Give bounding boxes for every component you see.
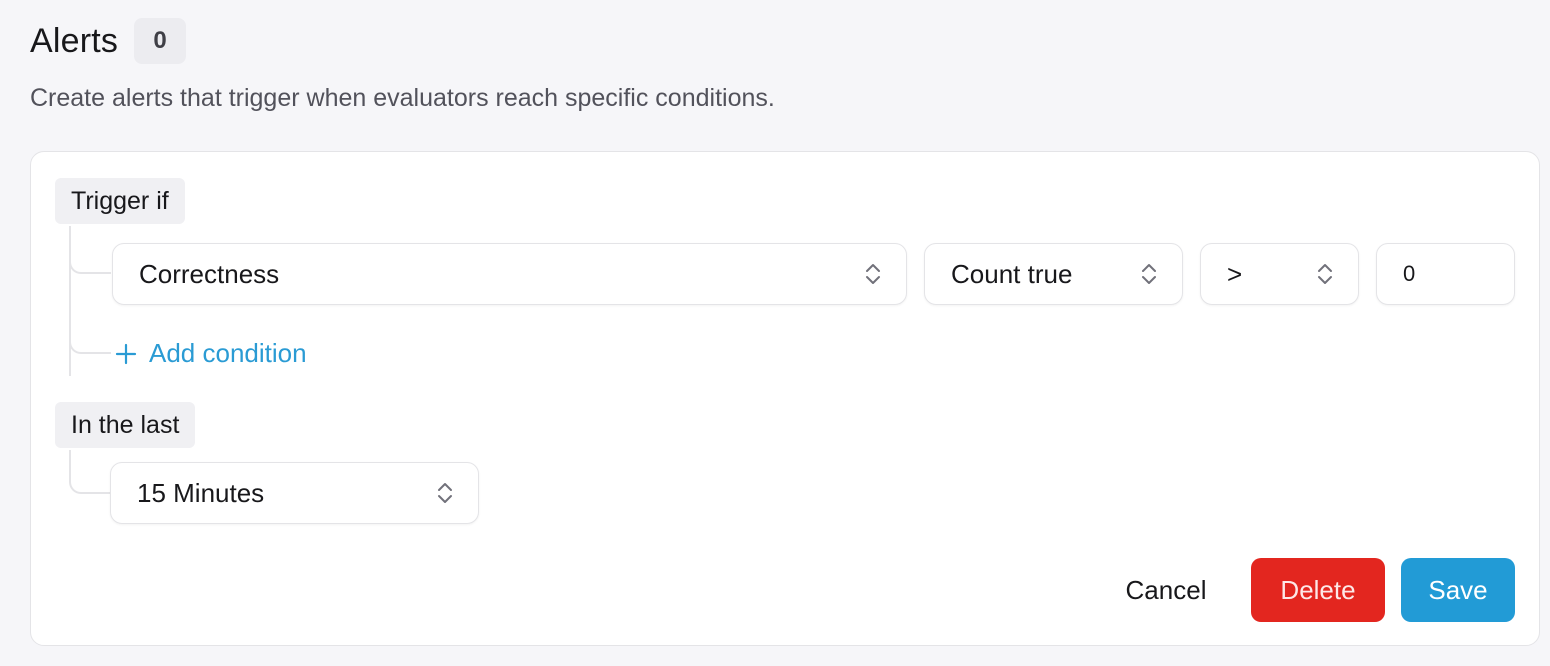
page-subtitle: Create alerts that trigger when evaluato…	[30, 84, 775, 112]
time-window-select-value: 15 Minutes	[137, 477, 265, 508]
chevron-up-down-icon	[1142, 264, 1156, 284]
operator-select[interactable]: >	[1200, 243, 1359, 305]
delete-button[interactable]: Delete	[1251, 558, 1385, 622]
time-window-select[interactable]: 15 Minutes	[110, 462, 479, 524]
tree-connector	[69, 450, 111, 494]
page-title: Alerts	[30, 21, 119, 60]
tree-connector	[69, 322, 111, 354]
add-condition-label: Add condition	[149, 338, 307, 368]
threshold-input-value: 0	[1403, 261, 1416, 286]
evaluator-select-value: Correctness	[139, 258, 280, 289]
cancel-button[interactable]: Cancel	[1101, 558, 1231, 622]
in-the-last-label: In the last	[55, 402, 196, 448]
evaluator-select[interactable]: Correctness	[112, 243, 907, 305]
chevron-up-down-icon	[1318, 264, 1332, 284]
threshold-input[interactable]: 0	[1376, 243, 1515, 305]
chevron-up-down-icon	[438, 483, 452, 503]
aggregation-select-value: Count true	[951, 258, 1073, 289]
chevron-up-down-icon	[866, 264, 880, 284]
aggregation-select[interactable]: Count true	[924, 243, 1183, 305]
alerts-header: Alerts 0	[30, 18, 187, 64]
tree-connector	[69, 242, 111, 274]
save-button[interactable]: Save	[1401, 558, 1515, 622]
add-condition-button[interactable]: Add condition	[115, 338, 307, 369]
plus-icon	[115, 343, 137, 364]
trigger-if-label: Trigger if	[55, 178, 185, 224]
alerts-count-badge: 0	[134, 18, 187, 64]
alert-editor-card: Trigger if Correctness Count true > 0 Ad…	[30, 151, 1540, 646]
operator-select-value: >	[1227, 258, 1243, 289]
